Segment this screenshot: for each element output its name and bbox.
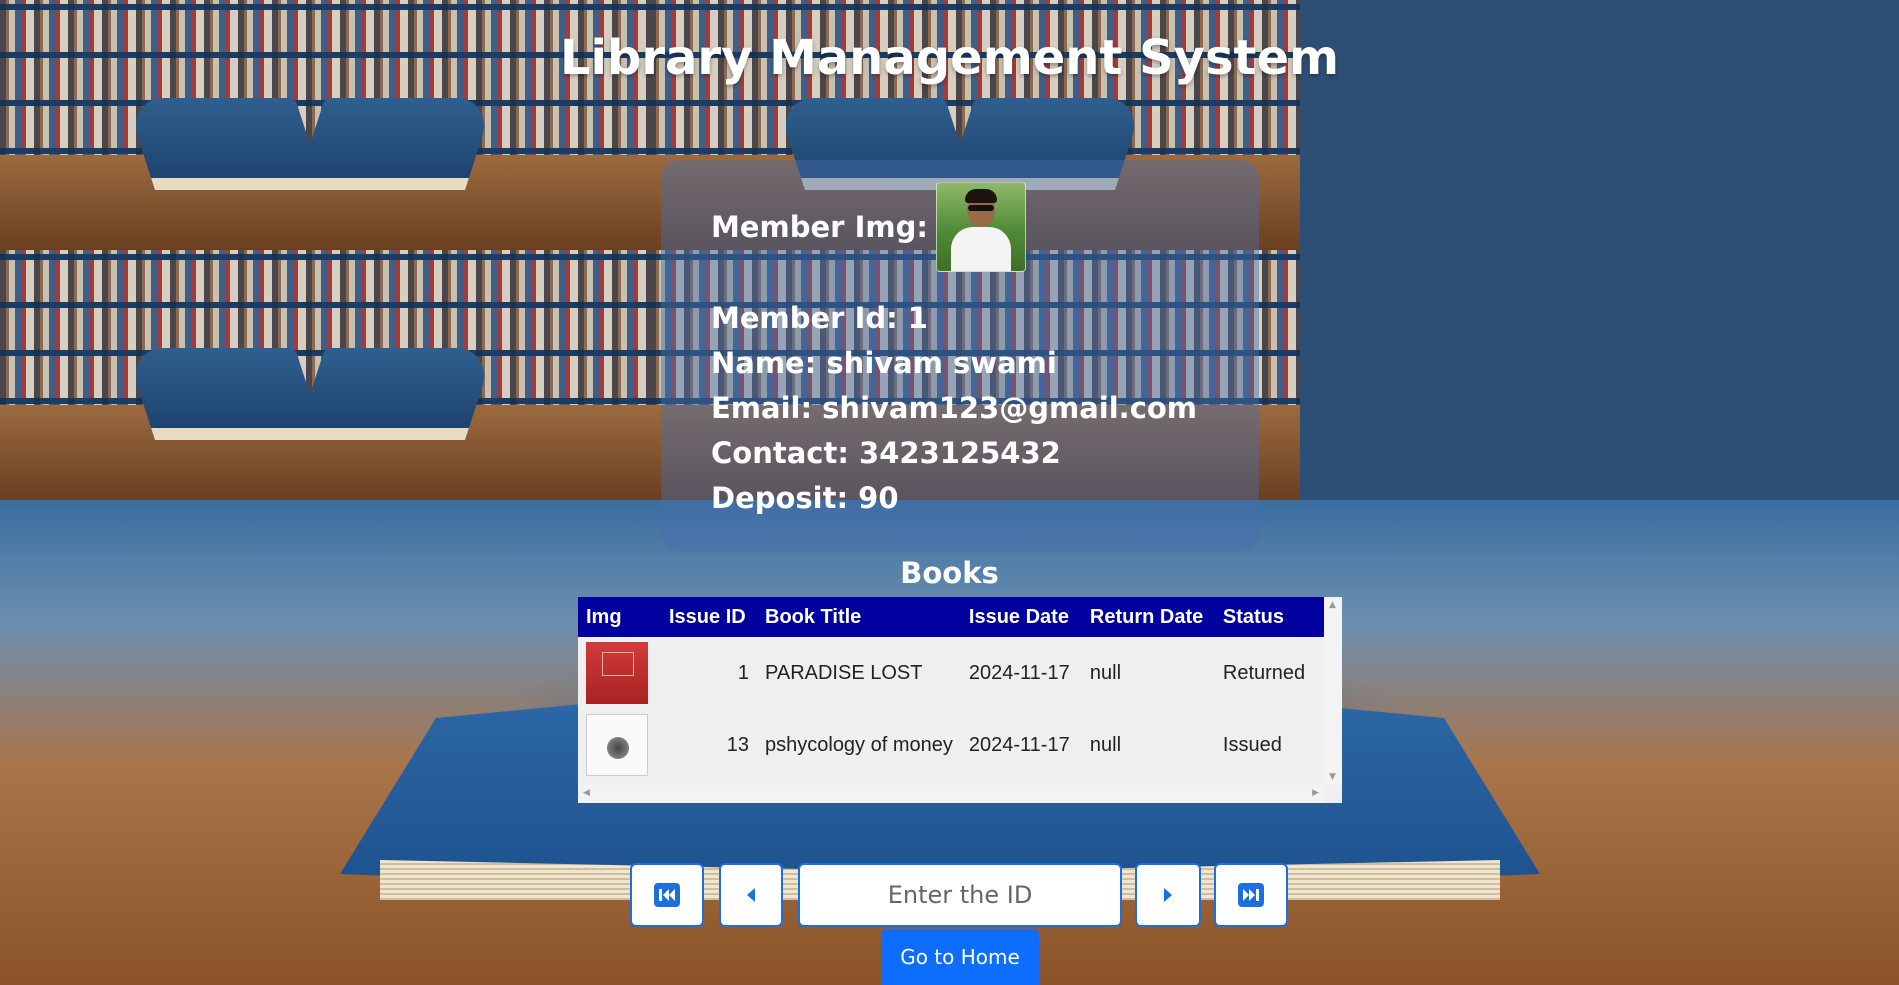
scroll-right-arrow-icon[interactable]: ▶ [1312, 788, 1319, 798]
col-header-issue-date: Issue Date [960, 597, 1082, 637]
return-date-cell: null [1089, 661, 1122, 684]
issue-date-cell: 2024-11-17 [968, 733, 1070, 756]
member-id-input[interactable] [798, 863, 1122, 927]
table-row: 1 PARADISE LOST 2024-11-17 null Returned [578, 637, 1331, 709]
last-record-button[interactable] [1214, 863, 1288, 927]
record-navigation [0, 863, 1899, 929]
member-name: Name: shivam swami [711, 346, 1057, 380]
member-email: Email: shivam123@gmail.com [711, 391, 1198, 425]
go-to-home-button[interactable]: Go to Home [881, 929, 1039, 985]
caret-right-icon [1164, 888, 1172, 902]
caret-left-icon [747, 888, 755, 902]
book-cover-image [586, 714, 648, 776]
member-avatar [935, 182, 1026, 272]
page-title: Library Management System [559, 30, 1340, 86]
table-row: 13 pshycology of money 2024-11-17 null I… [578, 709, 1331, 781]
book-title-cell: pshycology of money [765, 733, 953, 756]
first-record-button[interactable] [630, 863, 704, 927]
member-contact: Contact: 3423125432 [711, 436, 1061, 470]
issue-date-cell: 2024-11-17 [968, 661, 1070, 684]
skip-to-last-icon [1238, 883, 1264, 907]
scroll-left-arrow-icon[interactable]: ◀ [583, 788, 590, 798]
skip-to-first-icon [654, 883, 680, 907]
book-cover-image [586, 642, 648, 704]
horizontal-scrollbar[interactable]: ◀ ▶ [578, 785, 1324, 803]
member-deposit: Deposit: 90 [711, 481, 899, 515]
member-id: Member Id: 1 [711, 301, 928, 335]
col-header-status: Status [1214, 597, 1331, 637]
status-cell: Issued [1222, 733, 1282, 756]
scroll-down-arrow-icon[interactable]: ▼ [1329, 772, 1336, 782]
next-record-button[interactable] [1135, 863, 1201, 927]
books-table: Img Issue ID Book Title Issue Date Retur… [578, 597, 1331, 781]
status-cell: Returned [1222, 661, 1306, 684]
member-card: Member Img: Member Id: 1 Name: shivam sw… [661, 160, 1259, 552]
col-header-book-title: Book Title [757, 597, 961, 637]
issue-id-cell: 1 [737, 661, 749, 684]
return-date-cell: null [1089, 733, 1122, 756]
books-table-container[interactable]: Img Issue ID Book Title Issue Date Retur… [578, 597, 1342, 803]
books-heading: Books [900, 556, 999, 590]
issue-id-cell: 13 [726, 733, 749, 756]
vertical-scrollbar[interactable]: ▲ ▼ [1324, 597, 1342, 785]
scroll-up-arrow-icon[interactable]: ▲ [1329, 600, 1336, 610]
table-header-row: Img Issue ID Book Title Issue Date Retur… [578, 597, 1331, 637]
member-img-label: Member Img: [711, 210, 928, 244]
col-header-return-date: Return Date [1081, 597, 1215, 637]
book-title-cell: PARADISE LOST [765, 661, 923, 684]
col-header-issue-id: Issue ID [661, 597, 757, 637]
col-header-img: Img [578, 597, 661, 637]
previous-record-button[interactable] [719, 863, 783, 927]
